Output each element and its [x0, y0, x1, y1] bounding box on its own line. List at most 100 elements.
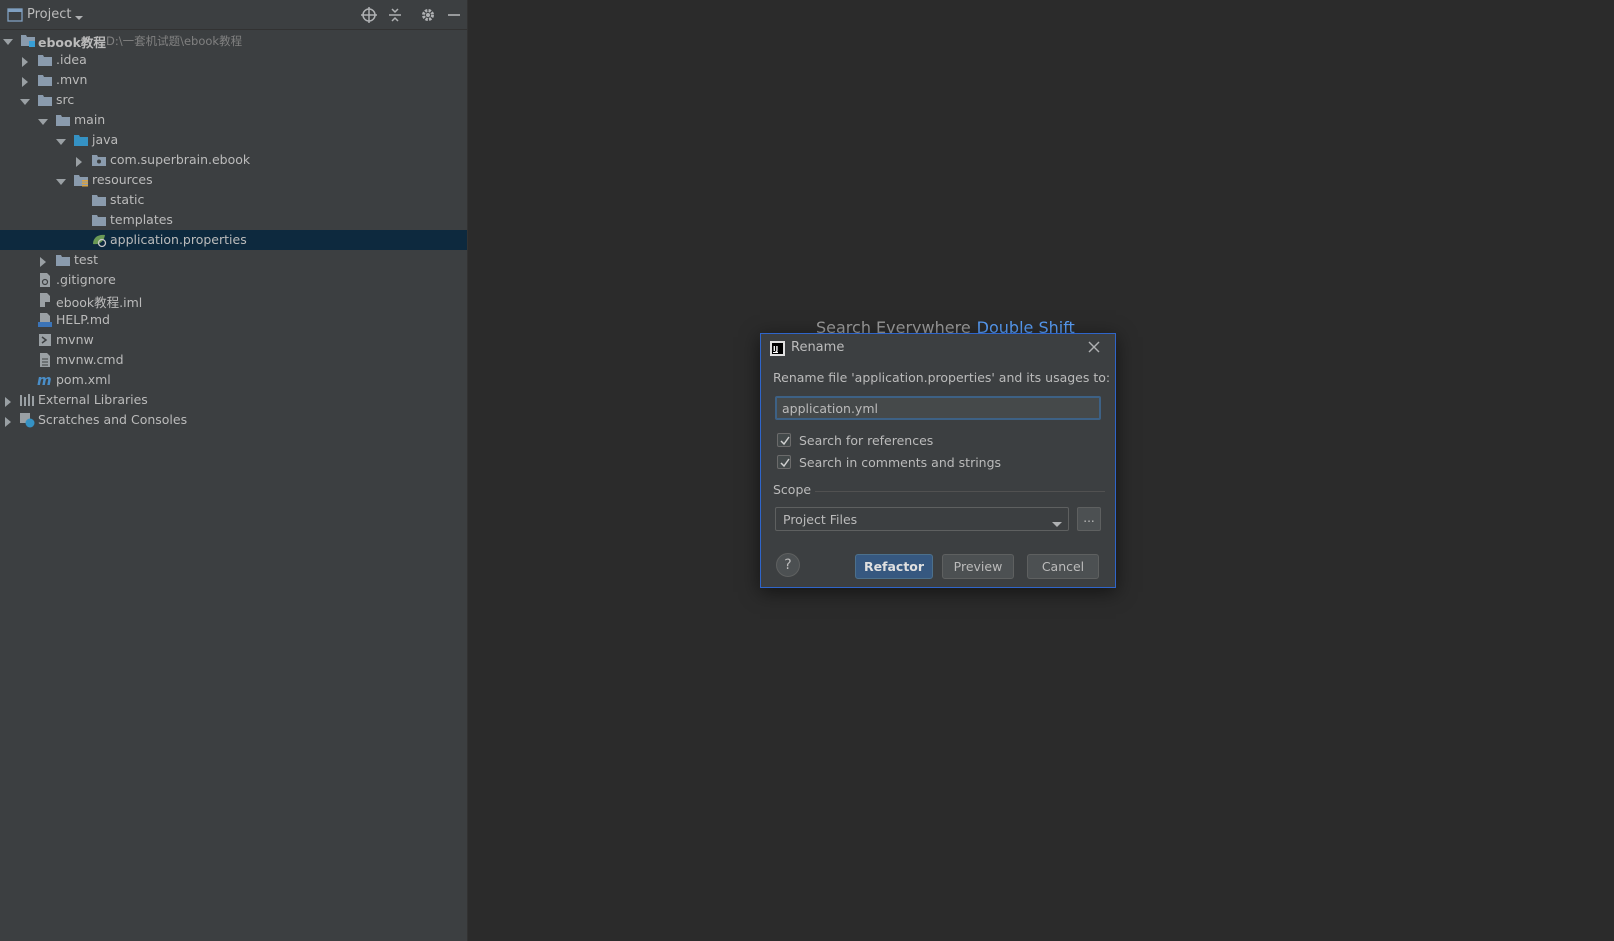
collapsed-arrow-icon[interactable]: [3, 395, 13, 407]
tree-item-label: com.superbrain.ebook: [110, 152, 251, 167]
scope-value: Project Files: [783, 512, 858, 527]
scope-label: Scope: [773, 482, 812, 497]
tree-item-label: mvnw.cmd: [56, 352, 124, 367]
tree-item-application-properties[interactable]: application.properties: [0, 230, 467, 250]
resources-folder-icon: [73, 172, 89, 188]
tree-item-ebook-root[interactable]: ebook教程 D:\一套机试题\ebook教程: [0, 30, 467, 50]
tree-item-gitignore[interactable]: .gitignore: [0, 270, 467, 290]
tree-item-mvnw[interactable]: mvnw: [0, 330, 467, 350]
tree-item-label: ebook教程.iml: [56, 295, 143, 310]
collapsed-arrow-icon[interactable]: [38, 255, 48, 267]
tree-item-templates[interactable]: templates: [0, 210, 467, 230]
expanded-arrow-icon[interactable]: [38, 115, 48, 125]
tree-item-label: application.properties: [110, 232, 247, 247]
markdown-file-icon: [37, 312, 53, 328]
tree-item-label: templates: [110, 212, 173, 227]
tree-item-package[interactable]: com.superbrain.ebook: [0, 150, 467, 170]
folder-icon: [37, 92, 53, 108]
tree-item-resources[interactable]: resources: [0, 170, 467, 190]
svg-text:IJ: IJ: [773, 345, 778, 353]
tree-item-label: Scratches and Consoles: [38, 412, 188, 427]
folder-icon: [37, 52, 53, 68]
spring-properties-icon: [91, 232, 107, 248]
folder-icon: [55, 252, 71, 268]
tree-item-mvnw-cmd[interactable]: mvnw.cmd: [0, 350, 467, 370]
tree-item-idea[interactable]: .idea: [0, 50, 467, 70]
scope-separator: [815, 491, 1105, 492]
scope-more-button[interactable]: ...: [1077, 507, 1101, 531]
expanded-arrow-icon[interactable]: [56, 175, 66, 185]
checkbox-label: Search for references: [799, 432, 934, 448]
tree-item-scratches[interactable]: Scratches and Consoles: [0, 410, 467, 430]
checkbox-label: Search in comments and strings: [799, 454, 1002, 470]
project-view-title[interactable]: Project: [27, 7, 71, 22]
checkbox-checked-icon[interactable]: [777, 455, 791, 469]
collapsed-arrow-icon[interactable]: [20, 75, 30, 87]
help-button[interactable]: ?: [776, 553, 800, 577]
gitignore-file-icon: [37, 272, 53, 288]
tree-item-java[interactable]: java: [0, 130, 467, 150]
expanded-arrow-icon[interactable]: [3, 35, 13, 45]
libraries-icon: [19, 392, 35, 408]
text-file-icon: [37, 352, 53, 368]
dialog-titlebar[interactable]: IJ Rename: [761, 334, 1115, 362]
project-path: D:\一套机试题\ebook教程: [106, 34, 243, 48]
tree-item-main[interactable]: main: [0, 110, 467, 130]
maven-icon: m: [37, 372, 53, 389]
dialog-title: Rename: [791, 340, 845, 355]
collapsed-arrow-icon[interactable]: [74, 155, 84, 167]
chevron-down-icon: [1052, 516, 1062, 531]
expanded-arrow-icon[interactable]: [20, 95, 30, 105]
collapsed-arrow-icon[interactable]: [20, 55, 30, 67]
expanded-arrow-icon[interactable]: [56, 135, 66, 145]
collapsed-arrow-icon[interactable]: [3, 415, 13, 427]
tree-item-label: .gitignore: [56, 272, 116, 287]
scratches-icon: [19, 412, 35, 428]
tree-item-label: src: [56, 92, 75, 107]
shell-script-icon: [37, 332, 53, 348]
search-references-checkbox[interactable]: Search for references: [777, 431, 933, 449]
refactor-button[interactable]: Refactor: [855, 554, 933, 579]
project-panel: Project ebook教程 D:\一套机试题\ebook教程 .idea .…: [0, 0, 468, 941]
tree-item-label: main: [74, 112, 106, 127]
tree-item-iml[interactable]: ebook教程.iml: [0, 290, 467, 310]
tree-item-help-md[interactable]: HELP.md: [0, 310, 467, 330]
tree-item-label: .idea: [56, 52, 87, 67]
rename-dialog: IJ Rename Rename file 'application.prope…: [760, 333, 1116, 588]
folder-icon: [37, 72, 53, 88]
new-name-input[interactable]: [775, 396, 1101, 420]
tree-item-mvn[interactable]: .mvn: [0, 70, 467, 90]
package-icon: [91, 152, 107, 168]
tree-item-label: HELP.md: [56, 312, 110, 327]
project-view-icon: [7, 8, 25, 26]
intellij-logo-icon: IJ: [770, 341, 785, 356]
settings-gear-icon[interactable]: [419, 6, 437, 24]
tree-item-label: ebook教程: [38, 35, 106, 50]
tree-item-pom[interactable]: m pom.xml: [0, 370, 467, 390]
tree-item-src[interactable]: src: [0, 90, 467, 110]
tree-item-label: External Libraries: [38, 392, 148, 407]
scope-dropdown[interactable]: Project Files: [775, 507, 1069, 531]
search-comments-checkbox[interactable]: Search in comments and strings: [777, 453, 1001, 471]
close-icon[interactable]: [1087, 340, 1101, 354]
tree-item-label: static: [110, 192, 145, 207]
folder-icon: [91, 212, 107, 228]
svg-text:m: m: [37, 373, 52, 388]
cancel-button[interactable]: Cancel: [1027, 554, 1099, 579]
project-module-icon: [20, 32, 36, 48]
tree-item-external-libraries[interactable]: External Libraries: [0, 390, 467, 410]
rename-prompt: Rename file 'application.properties' and…: [773, 370, 1111, 385]
view-dropdown-icon[interactable]: [74, 10, 84, 20]
hide-panel-icon[interactable]: [445, 6, 463, 24]
checkbox-checked-icon[interactable]: [777, 433, 791, 447]
locate-file-icon[interactable]: [360, 6, 378, 24]
folder-icon: [55, 112, 71, 128]
source-folder-icon: [73, 132, 89, 148]
project-tree: ebook教程 D:\一套机试题\ebook教程 .idea .mvn src …: [0, 30, 467, 430]
tree-item-static[interactable]: static: [0, 190, 467, 210]
tree-item-label: resources: [92, 172, 153, 187]
tree-item-test[interactable]: test: [0, 250, 467, 270]
project-panel-header: Project: [0, 0, 467, 30]
preview-button[interactable]: Preview: [942, 554, 1014, 579]
collapse-all-icon[interactable]: [386, 6, 404, 24]
